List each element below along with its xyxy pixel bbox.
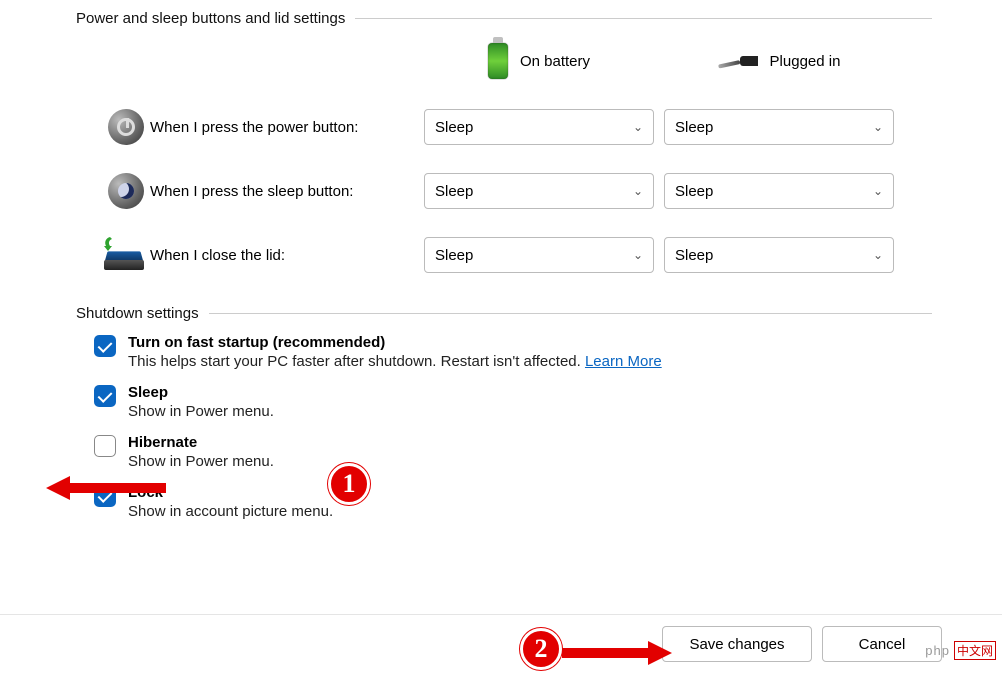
annotation-2: 2	[520, 628, 562, 670]
sleep-checkbox[interactable]	[94, 385, 116, 407]
power-button-icon	[108, 109, 144, 145]
row-lid: When I close the lid: Sleep ⌄ Sleep ⌄	[0, 223, 1002, 287]
lock-checkbox[interactable]	[94, 485, 116, 507]
fast-startup-title: Turn on fast startup (recommended)	[128, 334, 662, 351]
power-button-iconcell	[0, 109, 150, 145]
column-plugged-label: Plugged in	[770, 53, 841, 70]
row-power-button: When I press the power button: Sleep ⌄ S…	[0, 95, 1002, 159]
fast-startup-item: Turn on fast startup (recommended) This …	[94, 334, 932, 370]
power-plugged-value: Sleep	[675, 119, 713, 136]
hibernate-item: Hibernate Show in Power menu.	[94, 434, 932, 470]
lock-item: Lock Show in account picture menu.	[94, 484, 932, 520]
lock-title: Lock	[128, 484, 333, 501]
chevron-down-icon: ⌄	[873, 184, 883, 198]
chevron-down-icon: ⌄	[873, 248, 883, 262]
lid-on-battery-select[interactable]: Sleep ⌄	[424, 237, 654, 273]
divider	[209, 313, 932, 314]
footer-divider	[0, 614, 1002, 615]
sleep-on-battery-select[interactable]: Sleep ⌄	[424, 173, 654, 209]
watermark-gray: php	[925, 643, 950, 658]
power-on-battery-select[interactable]: Sleep ⌄	[424, 109, 654, 145]
columns-header: On battery Plugged in	[0, 27, 1002, 95]
section-title-text: Shutdown settings	[76, 305, 209, 322]
arrow-right-icon	[562, 639, 672, 667]
sleep-button-icon	[108, 173, 144, 209]
sleep-item: Sleep Show in Power menu.	[94, 384, 932, 420]
chevron-down-icon: ⌄	[873, 120, 883, 134]
fast-startup-desc: This helps start your PC faster after sh…	[128, 353, 662, 370]
watermark: php 中文网	[925, 641, 996, 660]
column-plugged-in: Plugged in	[664, 50, 894, 72]
section-title-text: Power and sleep buttons and lid settings	[76, 10, 355, 27]
section-power-buttons-title: Power and sleep buttons and lid settings	[0, 10, 1002, 27]
hibernate-title: Hibernate	[128, 434, 274, 451]
sleep-plugged-select[interactable]: Sleep ⌄	[664, 173, 894, 209]
sleep-plugged-value: Sleep	[675, 183, 713, 200]
annotation-2-badge: 2	[520, 628, 562, 670]
sleep-button-label: When I press the sleep button:	[150, 183, 424, 200]
row-sleep-button: When I press the sleep button: Sleep ⌄ S…	[0, 159, 1002, 223]
power-button-label: When I press the power button:	[150, 119, 424, 136]
plug-icon	[718, 50, 758, 72]
lid-plugged-select[interactable]: Sleep ⌄	[664, 237, 894, 273]
down-arrow-icon	[102, 236, 118, 252]
sleep-title: Sleep	[128, 384, 274, 401]
column-on-battery: On battery	[424, 43, 654, 79]
sleep-desc: Show in Power menu.	[128, 403, 274, 420]
footer-actions: Save changes Cancel	[662, 626, 942, 662]
lid-plugged-value: Sleep	[675, 247, 713, 264]
column-battery-label: On battery	[520, 53, 590, 70]
cancel-button[interactable]: Cancel	[822, 626, 942, 662]
power-plugged-select[interactable]: Sleep ⌄	[664, 109, 894, 145]
hibernate-desc: Show in Power menu.	[128, 453, 274, 470]
chevron-down-icon: ⌄	[633, 184, 643, 198]
chevron-down-icon: ⌄	[633, 120, 643, 134]
hibernate-checkbox[interactable]	[94, 435, 116, 457]
lid-on-battery-value: Sleep	[435, 247, 473, 264]
lid-iconcell	[0, 240, 150, 270]
laptop-lid-icon	[104, 240, 144, 270]
section-shutdown-title: Shutdown settings	[0, 305, 1002, 322]
sleep-button-iconcell	[0, 173, 150, 209]
learn-more-link[interactable]: Learn More	[585, 353, 662, 370]
battery-icon	[488, 43, 508, 79]
lock-desc: Show in account picture menu.	[128, 503, 333, 520]
save-changes-button[interactable]: Save changes	[662, 626, 812, 662]
chevron-down-icon: ⌄	[633, 248, 643, 262]
fast-startup-checkbox[interactable]	[94, 335, 116, 357]
lid-label: When I close the lid:	[150, 247, 424, 264]
shutdown-settings-list: Turn on fast startup (recommended) This …	[0, 322, 1002, 520]
watermark-red: 中文网	[954, 641, 996, 660]
power-on-battery-value: Sleep	[435, 119, 473, 136]
sleep-on-battery-value: Sleep	[435, 183, 473, 200]
divider	[355, 18, 932, 19]
